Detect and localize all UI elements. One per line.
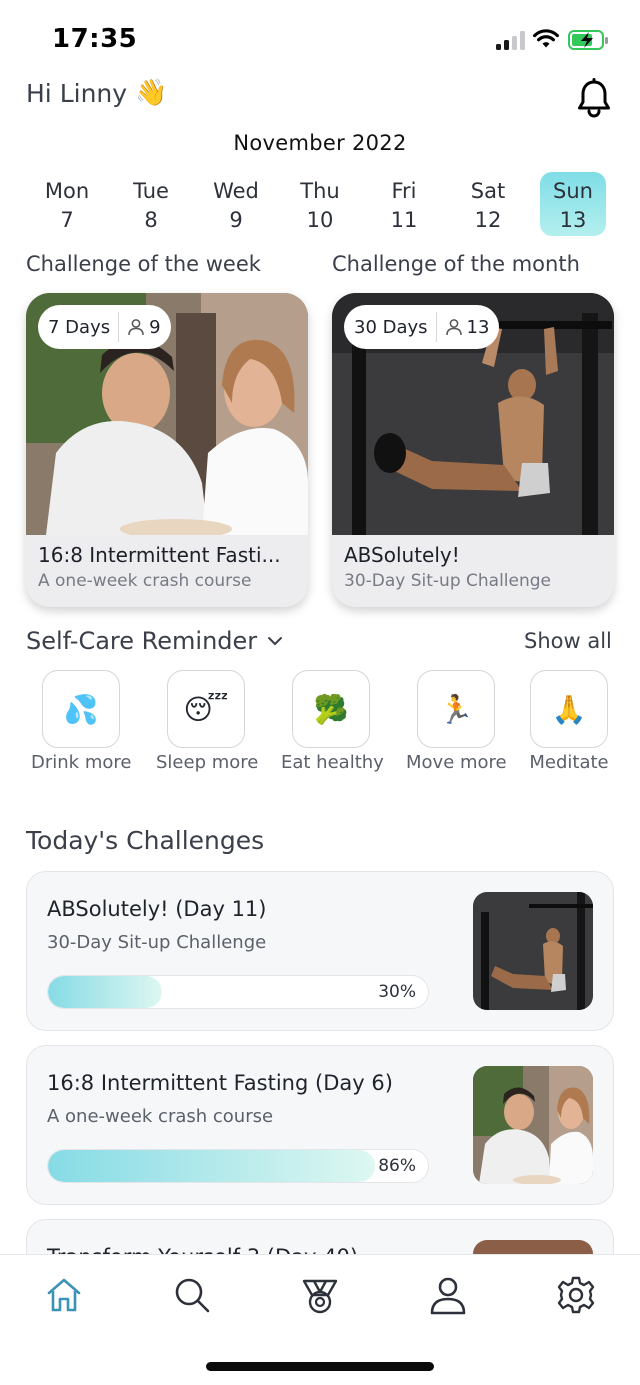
day-name: Wed [213, 179, 259, 203]
day-name: Tue [133, 179, 169, 203]
battery-icon [568, 30, 608, 50]
progress-label: 86% [378, 1156, 416, 1176]
bell-icon[interactable] [576, 78, 612, 118]
selfcare-move-more[interactable]: 🏃 Move more [406, 670, 507, 773]
search-icon[interactable] [172, 1275, 212, 1315]
day-thu[interactable]: Thu 10 [287, 172, 353, 236]
day-number: 9 [229, 208, 243, 232]
profile-icon[interactable] [428, 1275, 468, 1315]
drops-icon: 💦 [42, 670, 120, 748]
day-sat[interactable]: Sat 12 [455, 172, 521, 236]
day-number: 11 [390, 208, 418, 232]
progress-fill [48, 976, 162, 1008]
day-name: Fri [391, 179, 417, 203]
day-name: Mon [44, 179, 90, 203]
progress-bar: 30% [47, 975, 429, 1009]
challenge-subtitle: A one-week crash course [47, 1106, 274, 1127]
selfcare-meditate[interactable]: 🙏 Meditate [519, 670, 619, 773]
selfcare-eat-healthy[interactable]: 🥦 Eat healthy [281, 670, 384, 773]
praying-hands-icon: 🙏 [530, 670, 608, 748]
progress-bar: 86% [47, 1149, 429, 1183]
runner-icon: 🏃 [417, 670, 495, 748]
wave-emoji: 👋 [135, 78, 168, 108]
selfcare-drink-more[interactable]: 💦 Drink more [31, 670, 131, 773]
progress-fill [48, 1150, 375, 1182]
show-all-link[interactable]: Show all [524, 629, 612, 653]
selfcare-title: Self-Care Reminder [26, 627, 258, 655]
duration-label: 30 Days [354, 316, 428, 338]
challenge-week-label: Challenge of the week [26, 252, 261, 276]
week-card-pill: 7 Days 9 [38, 305, 171, 349]
person-icon [128, 319, 144, 336]
person-icon [445, 319, 462, 336]
participants: 13 [445, 316, 490, 338]
greeting: Hi Linny 👋 [26, 78, 167, 108]
participants-count: 13 [466, 316, 490, 338]
greeting-text: Hi Linny [26, 78, 128, 108]
day-name: Sat [470, 179, 506, 203]
broccoli-icon: 🥦 [292, 670, 370, 748]
selfcare-label: Meditate [529, 752, 609, 773]
month-card-info: ABSolutely! 30-Day Sit-up Challenge [332, 535, 614, 607]
sleeping-face-icon: 😴 [167, 670, 245, 748]
selfcare-sleep-more[interactable]: 😴 Sleep more [156, 670, 259, 773]
progress-label: 30% [378, 982, 416, 1002]
week-challenge-card[interactable]: 7 Days 9 16:8 Intermittent Fasti... A on… [26, 293, 308, 607]
day-tue[interactable]: Tue 8 [118, 172, 184, 236]
home-icon[interactable] [44, 1275, 84, 1315]
selfcare-label: Sleep more [156, 752, 259, 773]
signal-icon [496, 30, 526, 50]
todays-challenges-title: Today's Challenges [26, 826, 265, 855]
participants-count: 9 [149, 316, 161, 338]
selfcare-label: Eat healthy [281, 752, 384, 773]
day-fri[interactable]: Fri 11 [371, 172, 437, 236]
home-indicator [206, 1362, 434, 1371]
month-card-pill: 30 Days 13 [344, 305, 500, 349]
challenge-month-label: Challenge of the month [332, 252, 580, 276]
week-card-info: 16:8 Intermittent Fasti... A one-week cr… [26, 535, 308, 607]
participants: 9 [127, 316, 161, 338]
medal-icon[interactable] [300, 1275, 340, 1315]
day-name: Sun [553, 179, 593, 203]
duration-label: 7 Days [48, 316, 111, 338]
card-subtitle: A one-week crash course [38, 571, 252, 591]
day-sun[interactable]: Sun 13 [540, 172, 606, 236]
day-number: 13 [559, 208, 587, 232]
day-number: 8 [144, 208, 158, 232]
selfcare-dropdown[interactable]: Self-Care Reminder [26, 627, 283, 655]
status-time: 17:35 [52, 24, 138, 54]
today-challenge-card[interactable]: ABSolutely! (Day 11) 30-Day Sit-up Chall… [26, 871, 614, 1031]
day-name: Thu [300, 179, 340, 203]
pullup-thumbnail [473, 892, 593, 1010]
chevron-down-icon [268, 637, 283, 645]
card-title: 16:8 Intermittent Fasti... [38, 543, 281, 567]
couple-eating-thumbnail [473, 1066, 593, 1184]
card-title: ABSolutely! [344, 543, 460, 567]
day-number: 7 [60, 208, 74, 232]
card-subtitle: 30-Day Sit-up Challenge [344, 571, 552, 591]
day-wed[interactable]: Wed 9 [203, 172, 269, 236]
day-mon[interactable]: Mon 7 [34, 172, 100, 236]
challenge-subtitle: 30-Day Sit-up Challenge [47, 932, 267, 953]
wifi-icon [533, 29, 559, 48]
month-challenge-card[interactable]: 30 Days 13 ABSolutely! 30-Day Sit-up Cha… [332, 293, 614, 607]
week-strip: Mon 7 Tue 8 Wed 9 Thu 10 Fri 11 Sat 12 Sun 13 [22, 172, 618, 236]
month-title: November 2022 [233, 131, 407, 155]
challenge-title: ABSolutely! (Day 11) [47, 897, 267, 921]
settings-icon[interactable] [556, 1275, 596, 1315]
selfcare-label: Move more [406, 752, 507, 773]
day-number: 12 [474, 208, 502, 232]
selfcare-label: Drink more [31, 752, 132, 773]
challenge-title: 16:8 Intermittent Fasting (Day 6) [47, 1071, 393, 1095]
status-bar: 17:35 [0, 0, 640, 80]
day-number: 10 [306, 208, 334, 232]
today-challenge-card[interactable]: 16:8 Intermittent Fasting (Day 6) A one-… [26, 1045, 614, 1205]
